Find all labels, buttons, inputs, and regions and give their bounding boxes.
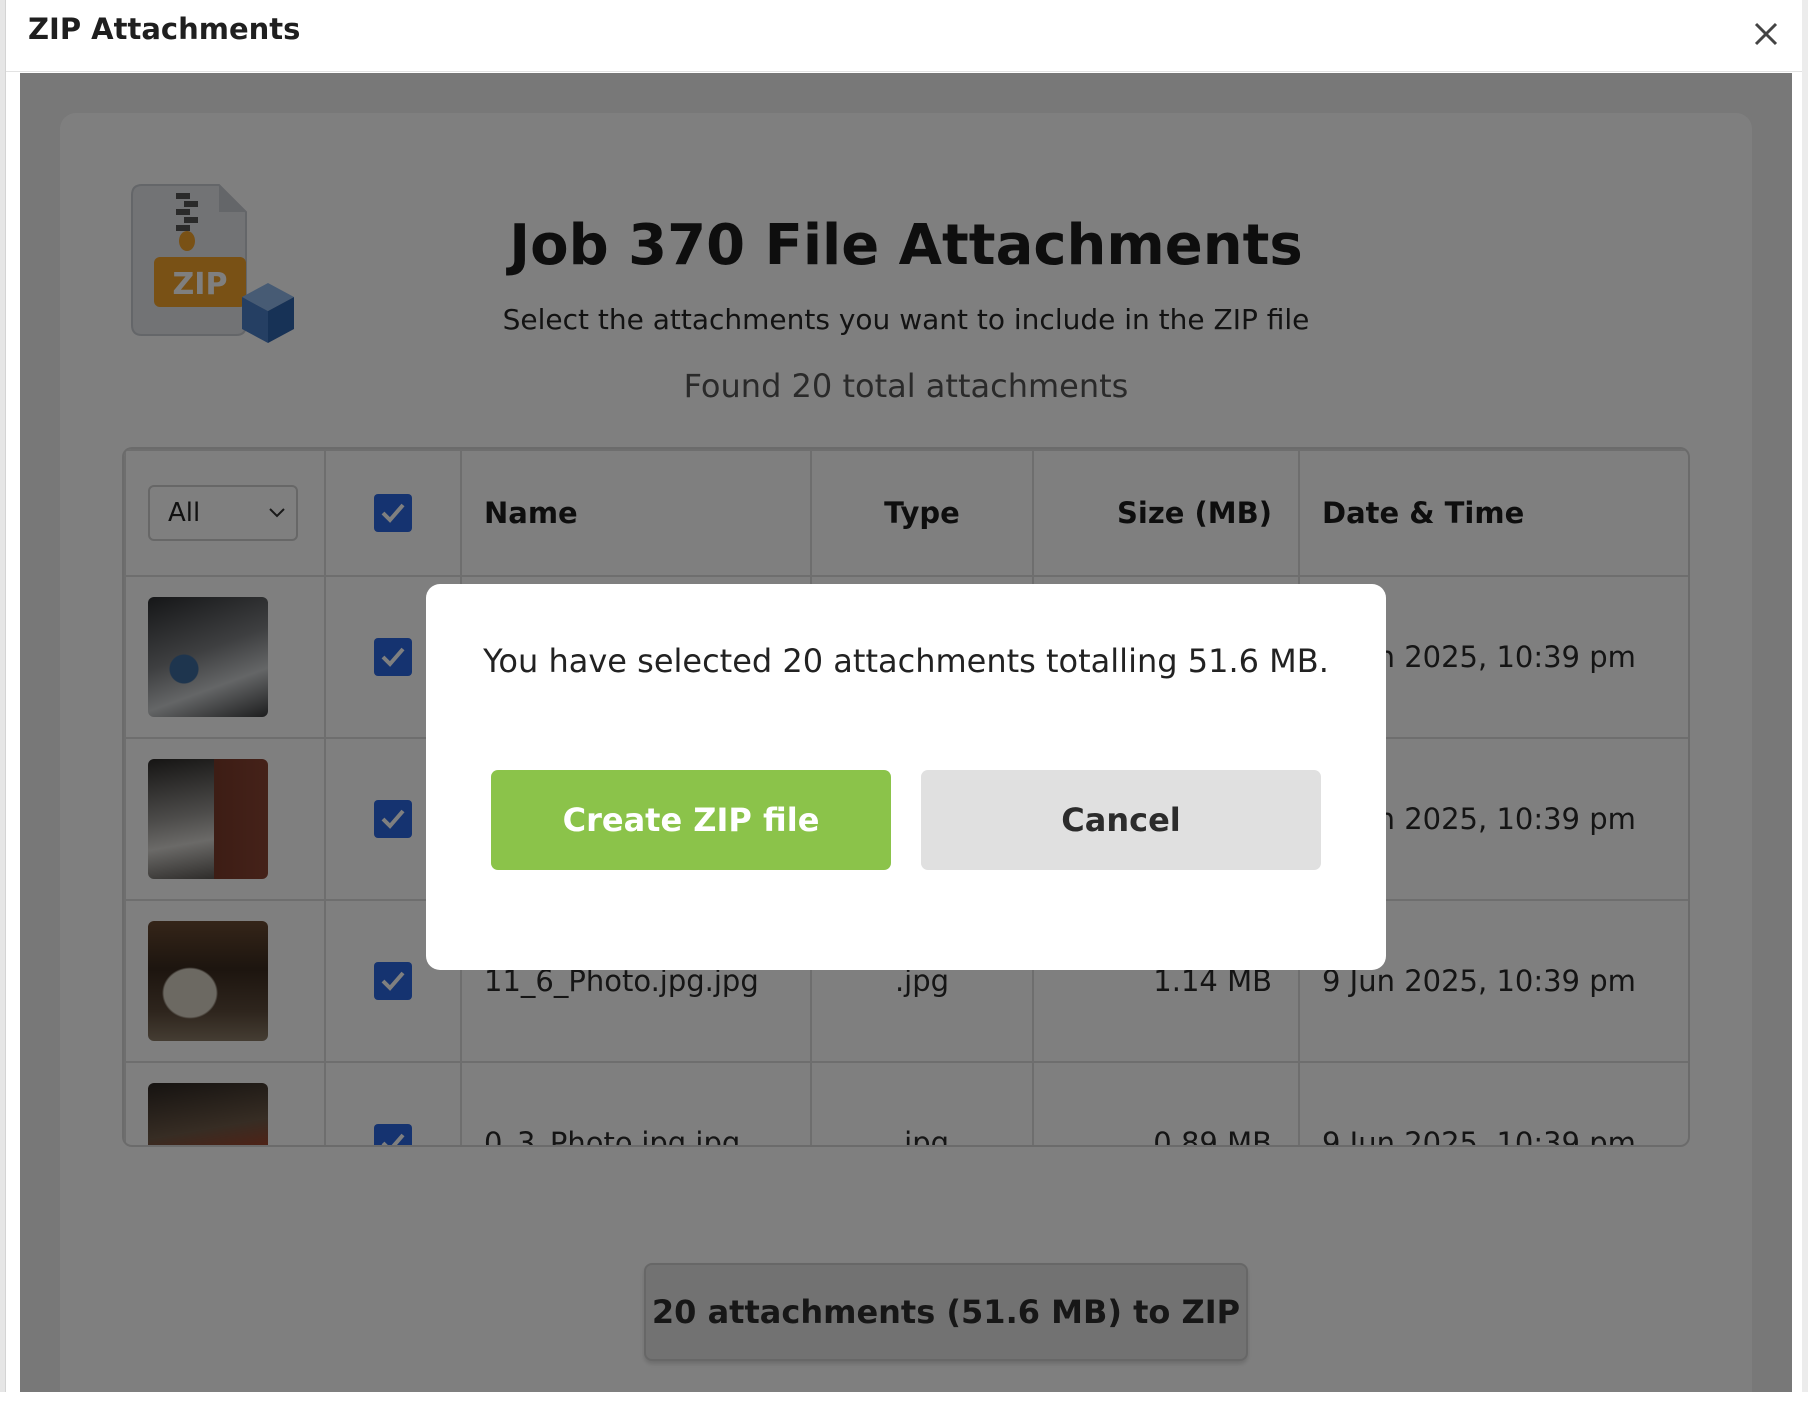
close-icon — [1754, 22, 1778, 46]
window-left-edge — [0, 0, 6, 1392]
close-button[interactable] — [1746, 14, 1786, 54]
zip-attachments-window: ZIP Attachments ZIP — [0, 0, 1808, 1413]
cancel-button[interactable]: Cancel — [921, 770, 1321, 870]
dialog-titlebar: ZIP Attachments — [6, 0, 1802, 72]
window-right-edge — [1802, 0, 1808, 1392]
confirm-message: You have selected 20 attachments totalli… — [483, 642, 1329, 680]
create-zip-button[interactable]: Create ZIP file — [491, 770, 891, 870]
confirm-dialog: You have selected 20 attachments totalli… — [426, 584, 1386, 970]
window-title: ZIP Attachments — [28, 12, 301, 46]
